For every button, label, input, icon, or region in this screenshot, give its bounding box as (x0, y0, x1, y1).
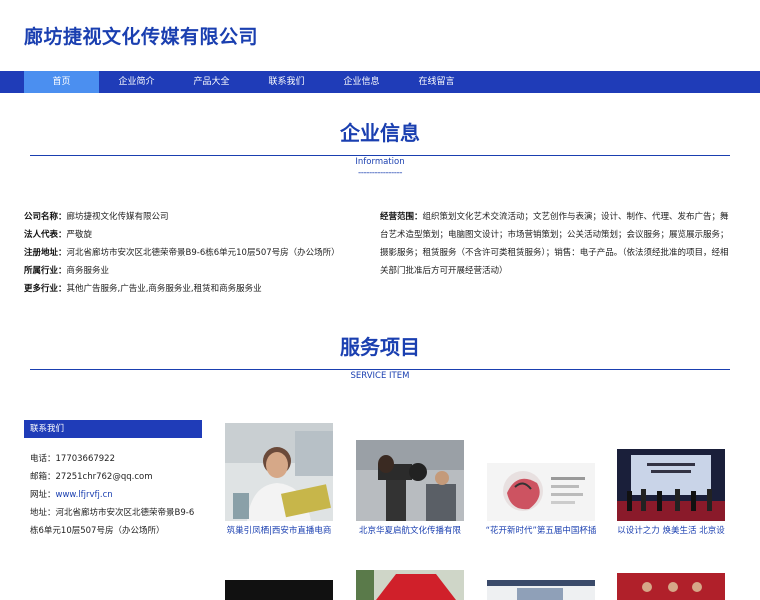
company-name-row: 公司名称：廊坊捷视文化传媒有限公司 (24, 208, 354, 226)
main-nav: 首页 企业简介 产品大全 联系我们 企业信息 在线留言 (0, 71, 760, 93)
contact-web-link[interactable]: www.lfjrvfj.cn (56, 490, 113, 500)
company-scope: 经营范围：组织策划文化艺术交流活动；文艺创作与表演；设计、制作、代理、发布广告；… (380, 208, 730, 280)
nav-item-home[interactable]: 首页 (24, 71, 99, 93)
contact-phone-label: 电话： (30, 454, 56, 464)
company-name-label: 公司名称： (24, 212, 67, 222)
site-title: 廊坊捷视文化传媒有限公司 (24, 26, 259, 48)
service-image-6[interactable] (356, 570, 464, 600)
company-industry-row: 所属行业：商务服务业 (24, 262, 354, 280)
service-section-title: 服务项目 (340, 335, 420, 359)
nav-item-message[interactable]: 在线留言 (399, 71, 474, 93)
contact-addr-label: 地址： (30, 508, 56, 518)
service-caption-2[interactable]: 北京华夏启航文化传播有限 (354, 524, 466, 536)
company-industry: 商务服务业 (66, 266, 110, 276)
company-more-label: 更多行业： (24, 284, 67, 294)
nav-item-about[interactable]: 企业简介 (99, 71, 174, 93)
contact-web-row: 网址：www.lfjrvfj.cn (30, 486, 200, 504)
company-rep-label: 法人代表： (24, 230, 67, 240)
nav-item-contact[interactable]: 联系我们 (249, 71, 324, 93)
service-caption-1[interactable]: 筑巢引凤栖|西安市直播电商 (223, 524, 335, 536)
company-addr-row: 注册地址：河北省廊坊市安次区北德荣帝景B9-6栋6单元10层507号房（办公场所… (24, 244, 354, 262)
company-rep-row: 法人代表：严敬旋 (24, 226, 354, 244)
service-subtitle: SERVICE ITEM (342, 371, 418, 381)
nav-item-products[interactable]: 产品大全 (174, 71, 249, 93)
service-caption-3[interactable]: “花开新时代”第五届中国杯插 (485, 524, 597, 536)
company-scope-text: 组织策划文化艺术交流活动；文艺创作与表演；设计、制作、代理、发布广告；舞台艺术造… (380, 212, 729, 276)
contact-list: 电话：17703667922 邮箱：27251chr762@qq.com 网址：… (30, 450, 200, 540)
service-image-5[interactable] (225, 580, 333, 600)
contact-addr: 河北省廊坊市安次区北德荣帝景B9-6栋6单元10层507号房（办公场所） (30, 508, 195, 536)
company-addr-label: 注册地址： (24, 248, 67, 258)
service-subtitle-wrap: SERVICE ITEM (0, 363, 760, 382)
service-image-1[interactable] (225, 423, 333, 521)
service-caption-4[interactable]: 以设计之力 焕美生活 北京设 (615, 524, 727, 536)
contact-email-row: 邮箱：27251chr762@qq.com (30, 468, 200, 486)
company-name: 廊坊捷视文化传媒有限公司 (66, 212, 169, 222)
company-more-row: 更多行业：其他广告服务,广告业,商务服务业,租赁和商务服务业 (24, 280, 354, 298)
contact-web-label: 网址： (30, 490, 56, 500)
contact-email: 27251chr762@qq.com (55, 472, 153, 482)
company-industry-label: 所属行业： (24, 266, 67, 276)
contact-phone-row: 电话：17703667922 (30, 450, 200, 468)
service-image-8[interactable] (617, 573, 725, 600)
company-more: 其他广告服务,广告业,商务服务业,租赁和商务服务业 (66, 284, 262, 294)
contact-email-label: 邮箱： (30, 472, 56, 482)
company-scope-label: 经营范围： (380, 212, 423, 222)
contact-phone: 17703667922 (55, 454, 116, 464)
info-subtitle: Information (347, 157, 413, 167)
contact-addr-row: 地址：河北省廊坊市安次区北德荣帝景B9-6栋6单元10层507号房（办公场所） (30, 504, 200, 540)
nav-item-info[interactable]: 企业信息 (324, 71, 399, 93)
info-dashes: ---------------- (358, 168, 402, 178)
contact-heading: 联系我们 (24, 420, 202, 438)
info-subtitle-wrap: Information (0, 149, 760, 168)
company-rep: 严敬旋 (66, 230, 93, 240)
company-addr: 河北省廊坊市安次区北德荣帝景B9-6栋6单元10层507号房（办公场所） (66, 248, 340, 258)
info-section-title: 企业信息 (340, 121, 420, 145)
service-image-3[interactable] (487, 463, 595, 561)
service-image-7[interactable] (487, 580, 595, 600)
company-details: 公司名称：廊坊捷视文化传媒有限公司 法人代表：严敬旋 注册地址：河北省廊坊市安次… (24, 208, 354, 298)
